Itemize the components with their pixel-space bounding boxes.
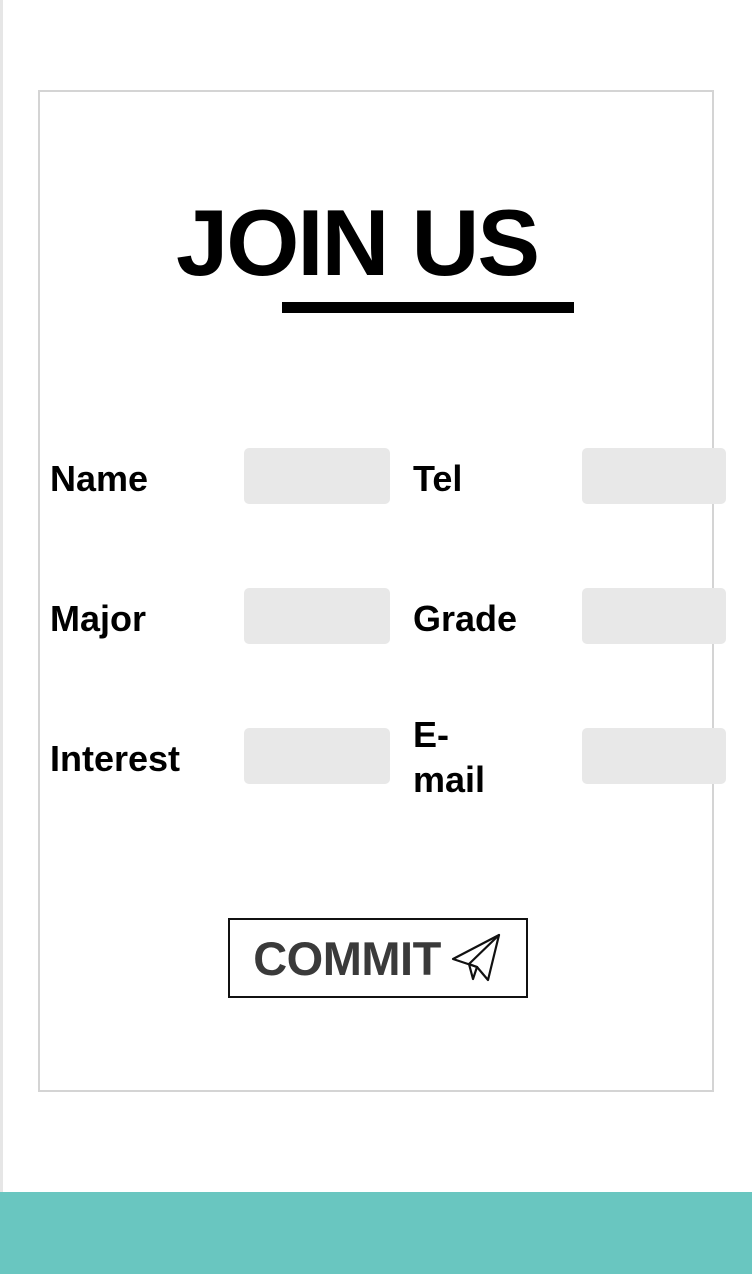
interest-label: Interest: [50, 738, 181, 779]
major-input[interactable]: [244, 588, 390, 644]
footer-bar: [0, 1192, 752, 1274]
title-underline: [282, 302, 574, 313]
email-label: E-mail: [413, 714, 486, 800]
tel-input[interactable]: [582, 448, 726, 504]
name-label: Name: [50, 458, 149, 499]
grade-input[interactable]: [582, 588, 726, 644]
commit-label: COMMIT: [253, 931, 441, 985]
grade-label: Grade: [413, 598, 518, 639]
tel-label: Tel: [413, 458, 463, 499]
name-input[interactable]: [244, 448, 390, 504]
page-left-border: [0, 0, 3, 1194]
commit-button[interactable]: COMMIT: [228, 918, 528, 998]
page-title: JOIN US: [176, 190, 540, 295]
paper-plane-icon: [451, 932, 503, 984]
email-input[interactable]: [582, 728, 726, 784]
major-label: Major: [50, 598, 147, 639]
interest-input[interactable]: [244, 728, 390, 784]
